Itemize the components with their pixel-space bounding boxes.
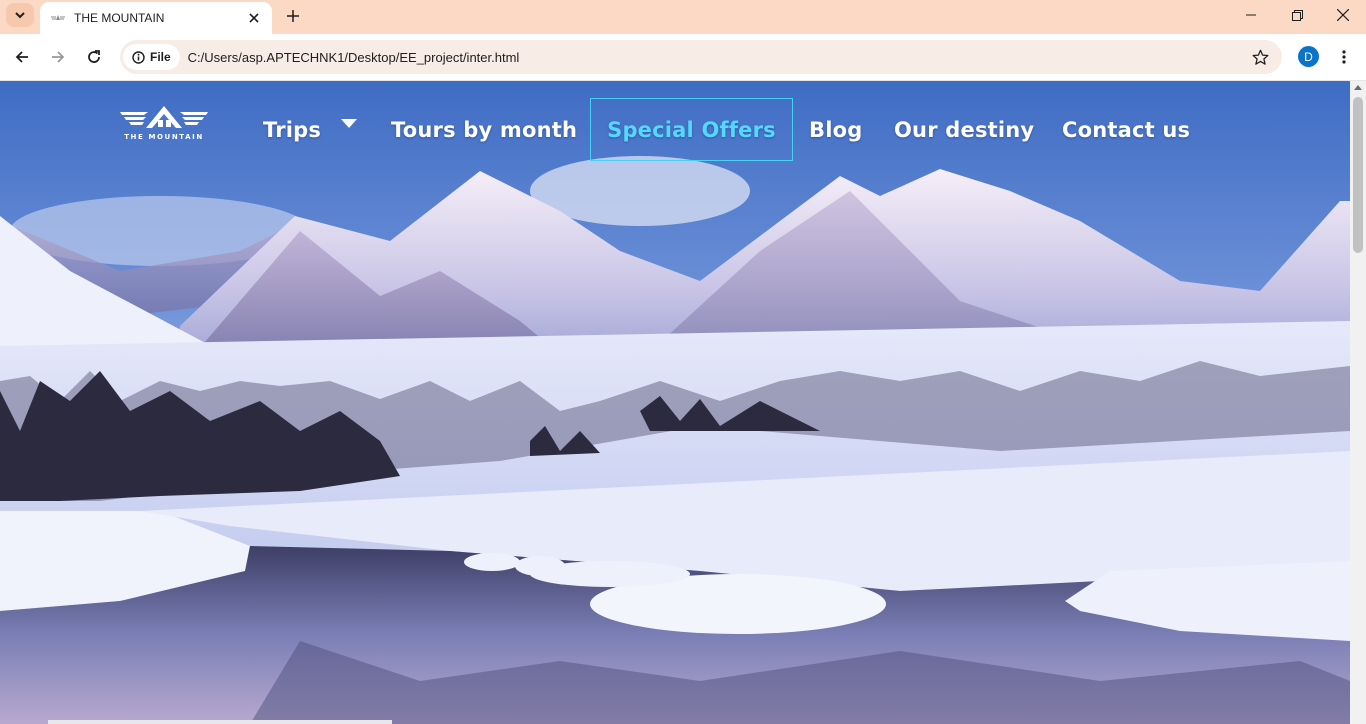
tab-strip: THE MOUNTAIN bbox=[0, 0, 1366, 34]
nav-label: Blog bbox=[809, 117, 863, 142]
nav-label: Our destiny bbox=[894, 117, 1035, 142]
site-info-chip[interactable]: File bbox=[123, 44, 180, 70]
nav-item-our-destiny[interactable]: Our destiny bbox=[894, 98, 1034, 161]
restore-button[interactable] bbox=[1274, 0, 1320, 30]
nav-label: Special Offers bbox=[607, 117, 776, 142]
page-viewport bbox=[0, 81, 1350, 724]
bookmark-button[interactable] bbox=[1250, 47, 1270, 67]
tab-close-button[interactable] bbox=[246, 10, 262, 26]
nav-item-tours-by-month[interactable]: Tours by month bbox=[391, 98, 577, 161]
profile-avatar[interactable]: D bbox=[1298, 46, 1319, 67]
mountain-logo-icon bbox=[120, 106, 208, 128]
hero-mountain-image bbox=[0, 81, 1350, 724]
tab-title: THE MOUNTAIN bbox=[74, 11, 165, 25]
browser-tab[interactable]: THE MOUNTAIN bbox=[40, 2, 272, 34]
back-button[interactable] bbox=[8, 43, 36, 71]
chevron-down-icon[interactable] bbox=[341, 119, 357, 128]
horizontal-scrollbar[interactable] bbox=[48, 720, 392, 724]
kebab-icon bbox=[1342, 50, 1346, 64]
plus-icon bbox=[287, 10, 299, 22]
minimize-icon bbox=[1246, 14, 1256, 16]
new-tab-button[interactable] bbox=[282, 5, 304, 27]
reload-button[interactable] bbox=[80, 43, 108, 71]
star-icon bbox=[1252, 49, 1268, 65]
nav-label: Contact us bbox=[1062, 117, 1191, 142]
arrow-left-icon bbox=[15, 51, 28, 63]
info-icon bbox=[132, 50, 145, 64]
logo-text: THE MOUNTAIN bbox=[124, 133, 204, 141]
forward-button[interactable] bbox=[44, 43, 72, 71]
close-icon bbox=[1337, 9, 1349, 21]
nav-label: Tours by month bbox=[391, 117, 578, 142]
reload-icon bbox=[88, 50, 100, 63]
site-logo[interactable]: THE MOUNTAIN bbox=[118, 104, 210, 144]
scroll-up-arrow-icon[interactable] bbox=[1354, 85, 1362, 90]
tab-search-button[interactable] bbox=[6, 3, 34, 27]
nav-label: Trips bbox=[263, 117, 322, 142]
close-icon bbox=[249, 13, 259, 23]
nav-item-blog[interactable]: Blog bbox=[809, 98, 862, 161]
address-bar[interactable]: File C:/Users/asp.APTECHNK1/Desktop/EE_p… bbox=[120, 40, 1282, 74]
close-window-button[interactable] bbox=[1320, 0, 1366, 30]
browser-menu-button[interactable] bbox=[1334, 47, 1354, 67]
nav-item-trips[interactable]: Trips bbox=[263, 98, 321, 161]
url-text: C:/Users/asp.APTECHNK1/Desktop/EE_projec… bbox=[187, 49, 520, 65]
tab-favicon-icon bbox=[50, 13, 66, 23]
chevron-down-icon bbox=[15, 12, 25, 19]
restore-icon bbox=[1291, 9, 1303, 21]
browser-toolbar: File C:/Users/asp.APTECHNK1/Desktop/EE_p… bbox=[0, 34, 1366, 81]
nav-item-contact-us[interactable]: Contact us bbox=[1062, 98, 1190, 161]
scrollbar-thumb[interactable] bbox=[1353, 97, 1363, 253]
arrow-right-icon bbox=[52, 51, 65, 63]
vertical-scrollbar[interactable] bbox=[1350, 81, 1366, 724]
nav-item-special-offers[interactable]: Special Offers bbox=[590, 98, 793, 161]
minimize-button[interactable] bbox=[1228, 0, 1274, 30]
site-chip-label: File bbox=[150, 50, 171, 64]
